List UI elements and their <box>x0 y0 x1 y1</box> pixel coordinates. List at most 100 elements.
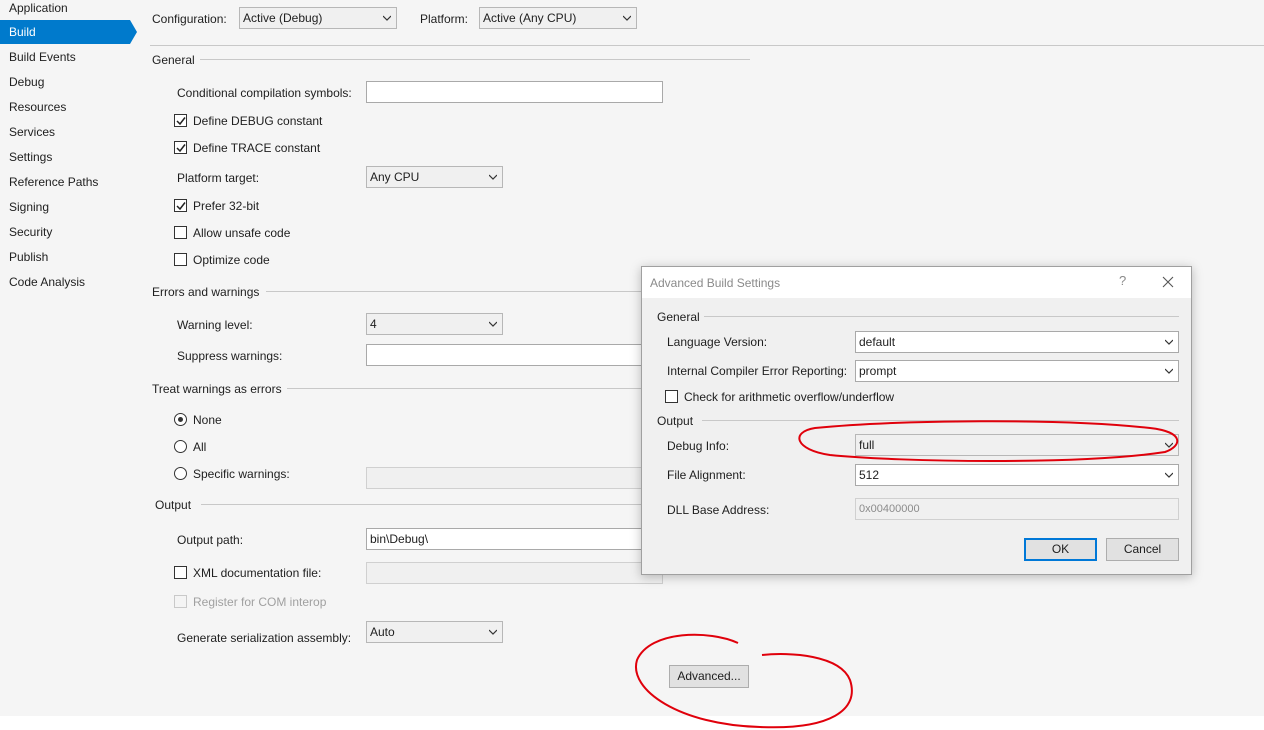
chevron-down-icon <box>1165 442 1173 448</box>
allow-unsafe-checkbox[interactable] <box>174 226 187 239</box>
sidebar-item-publish[interactable]: Publish <box>0 245 130 269</box>
define-debug-checkbox[interactable] <box>174 114 187 127</box>
sidebar-item-build[interactable]: Build <box>0 20 130 44</box>
advanced-build-settings-dialog: Advanced Build Settings ? General Langua… <box>641 266 1192 575</box>
language-version-value: default <box>859 335 896 349</box>
output-group-line <box>201 504 642 505</box>
prefer-32bit-label: Prefer 32-bit <box>193 199 260 213</box>
chevron-down-icon <box>1165 368 1173 374</box>
xml-doc-input[interactable] <box>366 562 663 584</box>
dll-base-address-label: DLL Base Address: <box>667 503 770 517</box>
warning-level-label: Warning level: <box>177 318 253 332</box>
define-debug-label: Define DEBUG constant <box>193 114 323 128</box>
prefer-32bit-checkbox[interactable] <box>174 199 187 212</box>
platform-target-select[interactable]: Any CPU <box>366 166 503 188</box>
dialog-output-line <box>702 420 1179 421</box>
sidebar: Application Build Build Events Debug Res… <box>0 0 137 716</box>
treat-all-radio[interactable] <box>174 440 187 453</box>
sidebar-item-application[interactable]: Application <box>0 0 130 20</box>
xml-doc-label: XML documentation file: <box>193 566 322 580</box>
ice-reporting-select[interactable]: prompt <box>855 360 1179 382</box>
sidebar-item-debug[interactable]: Debug <box>0 70 130 94</box>
serialization-label: Generate serialization assembly: <box>177 631 352 645</box>
ice-reporting-label: Internal Compiler Error Reporting: <box>667 364 848 378</box>
active-item-pointer <box>130 20 137 44</box>
advanced-button[interactable]: Advanced... <box>669 665 749 688</box>
treat-warnings-group-title: Treat warnings as errors <box>152 382 282 396</box>
output-path-input[interactable]: bin\Debug\ <box>366 528 642 550</box>
dialog-general-line <box>704 316 1179 317</box>
general-group-line <box>200 59 750 60</box>
debug-info-select[interactable]: full <box>855 434 1179 456</box>
warning-level-value: 4 <box>370 317 377 331</box>
chevron-down-icon <box>489 321 497 327</box>
optimize-code-checkbox[interactable] <box>174 253 187 266</box>
suppress-warnings-label: Suppress warnings: <box>177 349 283 363</box>
cond-symbols-label: Conditional compilation symbols: <box>177 86 352 100</box>
chevron-down-icon <box>489 174 497 180</box>
file-alignment-label: File Alignment: <box>667 468 746 482</box>
treat-none-radio[interactable] <box>174 413 187 426</box>
treat-specific-label: Specific warnings: <box>193 467 290 481</box>
configuration-label: Configuration: <box>152 12 227 26</box>
cond-symbols-input[interactable] <box>366 81 663 103</box>
define-trace-label: Define TRACE constant <box>193 141 321 155</box>
help-icon[interactable]: ? <box>1119 273 1126 289</box>
sidebar-item-resources[interactable]: Resources <box>0 95 130 119</box>
allow-unsafe-label: Allow unsafe code <box>193 226 291 240</box>
platform-select[interactable]: Active (Any CPU) <box>479 7 637 29</box>
errors-group-title: Errors and warnings <box>152 285 260 299</box>
sidebar-item-code-analysis[interactable]: Code Analysis <box>0 270 130 294</box>
treat-none-label: None <box>193 413 222 427</box>
language-version-label: Language Version: <box>667 335 768 349</box>
overflow-check-checkbox[interactable] <box>665 390 678 403</box>
configuration-select[interactable]: Active (Debug) <box>239 7 397 29</box>
sidebar-item-services[interactable]: Services <box>0 120 130 144</box>
ice-reporting-value: prompt <box>859 364 897 378</box>
dll-base-address-input[interactable]: 0x00400000 <box>855 498 1179 520</box>
configuration-select-value: Active (Debug) <box>243 11 323 25</box>
language-version-select[interactable]: default <box>855 331 1179 353</box>
platform-target-label: Platform target: <box>177 171 260 185</box>
output-group-title: Output <box>155 498 192 512</box>
debug-info-value: full <box>859 438 875 452</box>
serialization-select[interactable]: Auto <box>366 621 503 643</box>
check-icon <box>176 144 186 153</box>
bottom-strip <box>0 716 1264 730</box>
file-alignment-value: 512 <box>859 468 880 482</box>
warning-level-select[interactable]: 4 <box>366 313 503 335</box>
cancel-button[interactable]: Cancel <box>1106 538 1179 561</box>
chevron-down-icon <box>489 629 497 635</box>
com-interop-label: Register for COM interop <box>193 595 327 609</box>
treat-specific-radio[interactable] <box>174 467 187 480</box>
chevron-down-icon <box>623 15 631 21</box>
overflow-check-label: Check for arithmetic overflow/underflow <box>684 390 895 404</box>
treat-warnings-group-line <box>287 388 642 389</box>
com-interop-checkbox[interactable] <box>174 595 187 608</box>
sidebar-item-signing[interactable]: Signing <box>0 195 130 219</box>
check-icon <box>176 117 186 126</box>
general-group-title: General <box>152 53 195 67</box>
dialog-title: Advanced Build Settings <box>650 276 781 290</box>
ok-button[interactable]: OK <box>1024 538 1097 561</box>
platform-target-value: Any CPU <box>370 170 420 184</box>
specific-warnings-input[interactable] <box>366 467 642 489</box>
serialization-value: Auto <box>370 625 395 639</box>
dialog-titlebar[interactable]: Advanced Build Settings ? <box>642 267 1191 298</box>
treat-all-label: All <box>193 440 207 454</box>
sidebar-item-security[interactable]: Security <box>0 220 130 244</box>
define-trace-checkbox[interactable] <box>174 141 187 154</box>
close-icon[interactable] <box>1161 275 1175 289</box>
chevron-down-icon <box>1165 339 1173 345</box>
sidebar-item-reference-paths[interactable]: Reference Paths <box>0 170 130 194</box>
xml-doc-checkbox[interactable] <box>174 566 187 579</box>
chevron-down-icon <box>383 15 391 21</box>
file-alignment-select[interactable]: 512 <box>855 464 1179 486</box>
optimize-code-label: Optimize code <box>193 253 270 267</box>
radio-selected-dot <box>178 417 183 422</box>
sidebar-item-settings[interactable]: Settings <box>0 145 130 169</box>
sidebar-item-build-events[interactable]: Build Events <box>0 45 130 69</box>
toolbar-divider <box>150 45 1264 46</box>
suppress-warnings-input[interactable] <box>366 344 642 366</box>
platform-select-value: Active (Any CPU) <box>483 11 577 25</box>
